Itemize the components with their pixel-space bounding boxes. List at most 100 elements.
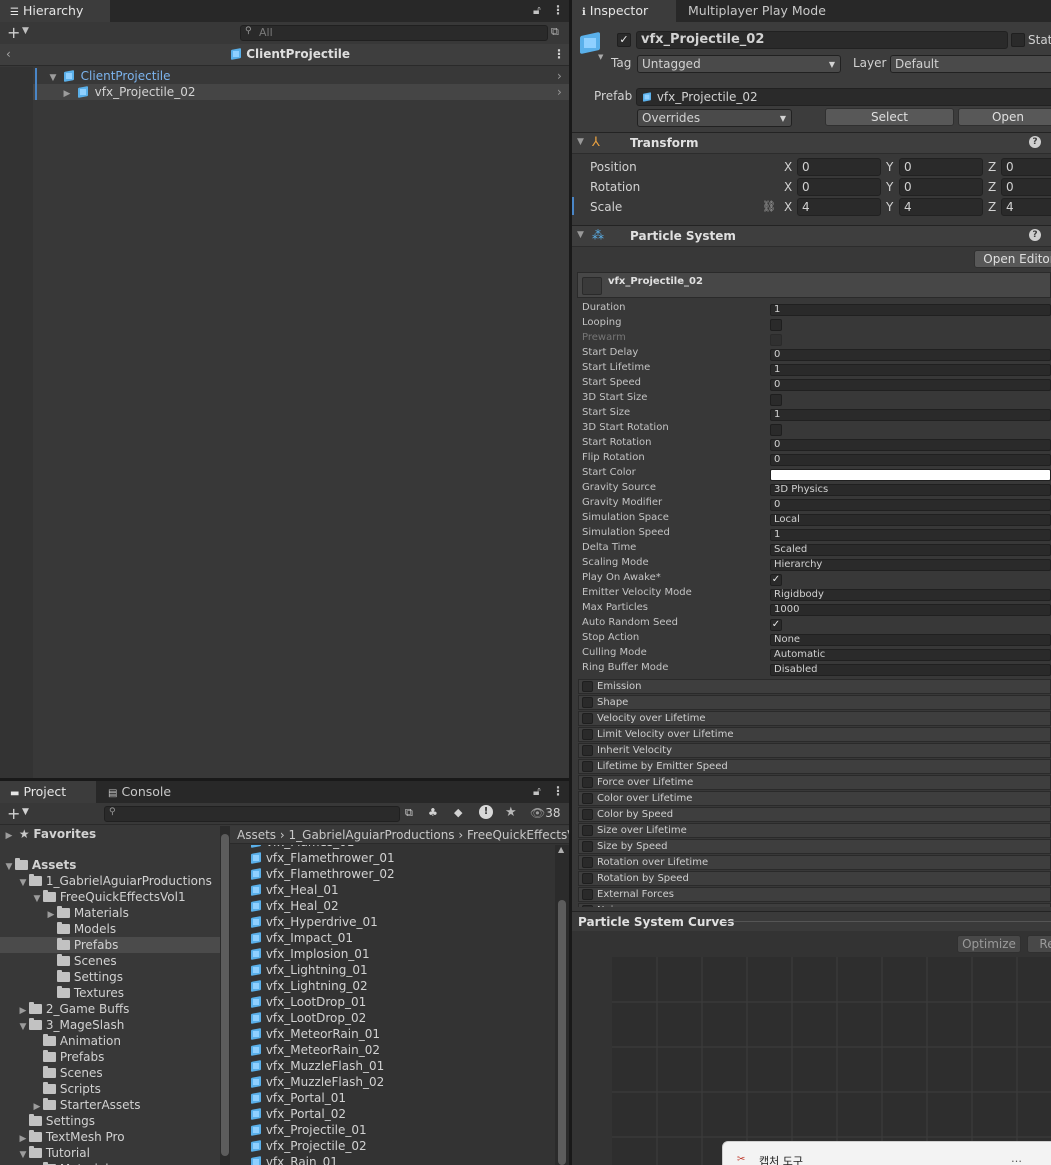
property-checkbox[interactable] (770, 334, 782, 346)
particle-module[interactable]: Shape (578, 695, 1051, 710)
particle-module[interactable]: Rotation over Lifetime (578, 855, 1051, 870)
property-field[interactable]: 1000 (770, 604, 1051, 616)
position-field[interactable]: 0 (899, 158, 983, 176)
property-field[interactable]: Scaled (770, 544, 1051, 556)
particle-module[interactable]: Inherit Velocity (578, 743, 1051, 758)
collapse-arrow-icon[interactable]: ▼ (577, 137, 584, 147)
particle-module[interactable]: External Forces (578, 887, 1051, 902)
breadcrumb-item[interactable]: Assets (237, 828, 276, 842)
particle-module[interactable]: Lifetime by Emitter Speed (578, 759, 1051, 774)
scale-field[interactable]: 4 (797, 198, 881, 216)
visibility-count[interactable]: 👁︎38 (530, 806, 561, 820)
kebab-menu-icon[interactable]: ⋮ (552, 784, 564, 798)
optimize-button[interactable]: Optimize (957, 935, 1021, 953)
property-field[interactable]: Rigidbody (770, 589, 1051, 601)
property-field[interactable]: Disabled (770, 664, 1051, 676)
search-window-icon[interactable]: ⧉ (405, 806, 413, 820)
active-checkbox[interactable]: ✓ (617, 33, 631, 47)
property-field[interactable]: Local (770, 514, 1051, 526)
file-item[interactable]: vfx_Impact_01 (230, 930, 555, 946)
folder-tree-item[interactable]: Scenes (0, 1065, 220, 1081)
folder-tree-item[interactable]: ▶ Materials (0, 905, 220, 921)
folder-tree-item[interactable]: ▶ TextMesh Pro (0, 1129, 220, 1145)
file-item[interactable]: vfx_Portal_01 (230, 1090, 555, 1106)
favorites-item[interactable]: ▶ ★ Favorites (0, 826, 220, 842)
folder-tree-item[interactable]: ▼ 1_GabrielAguiarProductions (0, 873, 220, 889)
particle-module[interactable]: Rotation by Speed (578, 871, 1051, 886)
particle-module[interactable]: Color over Lifetime (578, 791, 1051, 806)
file-item[interactable]: vfx_Projectile_01 (230, 1122, 555, 1138)
chevron-right-icon[interactable]: › (557, 84, 562, 100)
file-item[interactable]: vfx_Heal_01 (230, 882, 555, 898)
open-editor-button[interactable]: Open Editor (974, 250, 1051, 268)
expand-arrow-icon[interactable]: ▶ (61, 86, 73, 102)
add-icon[interactable]: + (7, 804, 20, 823)
help-icon[interactable]: ? (1029, 229, 1041, 241)
folder-tree-item[interactable]: Prefabs (0, 1049, 220, 1065)
axis-label[interactable]: X (784, 160, 792, 174)
file-list-scrollbar[interactable]: ▲ (555, 845, 569, 1165)
collapse-arrow-icon[interactable]: ▼ (577, 230, 584, 240)
search-window-icon[interactable]: ⧉ (551, 25, 559, 39)
tag-dropdown[interactable]: Untagged ▼ (637, 55, 841, 73)
file-item[interactable]: vfx_LootDrop_02 (230, 1010, 555, 1026)
property-field[interactable]: 1 (770, 529, 1051, 541)
color-swatch[interactable] (770, 469, 1051, 481)
folder-tree-item[interactable]: Textures (0, 985, 220, 1001)
property-field[interactable]: Hierarchy (770, 559, 1051, 571)
folder-tree-item[interactable]: Scripts (0, 1081, 220, 1097)
module-checkbox[interactable] (582, 745, 593, 756)
module-checkbox[interactable] (582, 873, 593, 884)
module-checkbox[interactable] (582, 825, 593, 836)
lock-icon[interactable]: 🔓︎ (533, 784, 541, 799)
expand-arrow-icon[interactable]: ▶ (3, 828, 15, 844)
hierarchy-item-root[interactable]: ▼ ClientProjectile › (33, 68, 569, 84)
module-checkbox[interactable] (582, 905, 593, 907)
scroll-up-icon[interactable]: ▲ (558, 845, 564, 854)
property-field[interactable]: 1 (770, 364, 1051, 376)
icon-dropdown-icon[interactable]: ▼ (598, 53, 603, 61)
rotation-field[interactable]: 0 (1001, 178, 1051, 196)
prefab-asset-field[interactable]: vfx_Projectile_02 (636, 88, 1051, 106)
module-checkbox[interactable] (582, 857, 593, 868)
position-field[interactable]: 0 (1001, 158, 1051, 176)
transform-header[interactable]: ▼ ⅄ Transform ? (572, 132, 1051, 154)
curve-grid[interactable] (612, 957, 1051, 1165)
particle-module[interactable]: Limit Velocity over Lifetime (578, 727, 1051, 742)
folder-tree-item[interactable]: Animation (0, 1033, 220, 1049)
folder-tree-item[interactable]: ▼ Assets (0, 857, 220, 873)
scale-field[interactable]: 4 (899, 198, 983, 216)
folder-tree-item[interactable]: ▶ 2_Game Buffs (0, 1001, 220, 1017)
axis-label[interactable]: Z (988, 180, 996, 194)
module-checkbox[interactable] (582, 889, 593, 900)
file-item[interactable]: vfx_Projectile_02 (230, 1138, 555, 1154)
folder-tree-item[interactable]: Models (0, 921, 220, 937)
lock-icon[interactable]: 🔓︎ (533, 3, 541, 18)
property-field[interactable]: 0 (770, 349, 1051, 361)
file-item[interactable]: vfx_MuzzleFlash_02 (230, 1074, 555, 1090)
axis-label[interactable]: Y (886, 180, 893, 194)
property-field[interactable]: 0 (770, 379, 1051, 391)
project-search-input[interactable]: ⚲ (104, 806, 400, 822)
hierarchy-item-child[interactable]: ▶ vfx_Projectile_02 › (33, 84, 569, 100)
folder-tree-item[interactable]: ▼ FreeQuickEffectsVol1 (0, 889, 220, 905)
chevron-down-icon[interactable]: ▼ (22, 26, 29, 36)
property-field[interactable]: 0 (770, 499, 1051, 511)
file-item[interactable]: vfx_Lightning_01 (230, 962, 555, 978)
particle-module[interactable]: Color by Speed (578, 807, 1051, 822)
axis-label[interactable]: Y (886, 200, 893, 214)
particle-module[interactable]: Velocity over Lifetime (578, 711, 1051, 726)
tab-multiplayer-play-mode[interactable]: Multiplayer Play Mode (678, 0, 836, 22)
axis-label[interactable]: Y (886, 160, 893, 174)
particle-module[interactable]: Noise (578, 903, 1051, 907)
file-item[interactable]: vfx_MeteorRain_01 (230, 1026, 555, 1042)
file-item[interactable]: vfx_Lightning_02 (230, 978, 555, 994)
module-checkbox[interactable] (582, 793, 593, 804)
module-checkbox[interactable] (582, 809, 593, 820)
back-icon[interactable]: ‹ (6, 47, 11, 61)
file-item[interactable]: vfx_MeteorRain_02 (230, 1042, 555, 1058)
chevron-right-icon[interactable]: › (557, 68, 562, 84)
scrollbar-thumb[interactable] (221, 834, 229, 1156)
file-item[interactable]: vfx_MuzzleFlash_01 (230, 1058, 555, 1074)
kebab-menu-icon[interactable]: ⋮ (552, 3, 564, 17)
